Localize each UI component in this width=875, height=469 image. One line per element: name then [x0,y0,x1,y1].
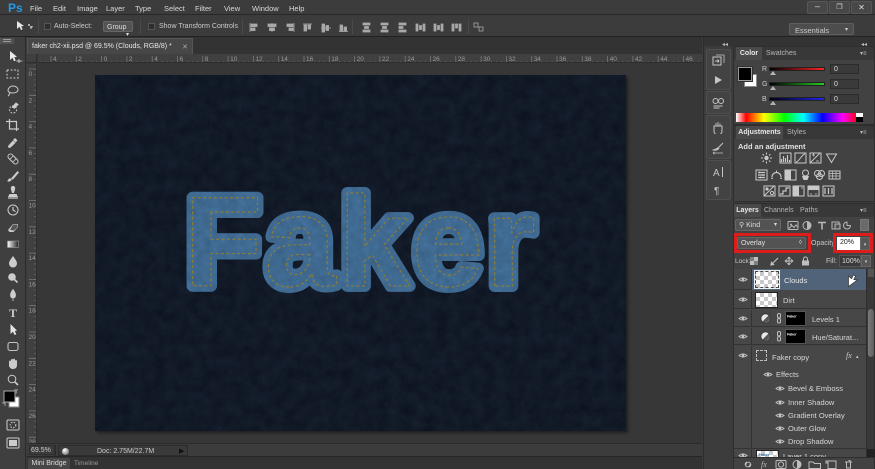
svg-text:16: 16 [306,56,314,63]
svg-text:30: 30 [483,56,491,63]
svg-text:8: 8 [29,176,33,183]
svg-text:14: 14 [281,56,289,63]
svg-text:8: 8 [205,56,209,63]
svg-text:A: A [713,168,720,179]
svg-text:10: 10 [230,56,238,63]
svg-text:14: 14 [29,255,37,262]
svg-text:20: 20 [29,334,37,341]
svg-text:4: 4 [53,56,57,63]
svg-text:12: 12 [255,56,263,63]
svg-text:2: 2 [29,97,33,104]
svg-text:12: 12 [29,229,37,236]
svg-text:6: 6 [180,56,184,63]
svg-text:¶: ¶ [714,186,719,197]
svg-text:20: 20 [357,56,365,63]
svg-text:28: 28 [458,56,466,63]
svg-text:46: 46 [686,56,694,63]
svg-text:40: 40 [610,56,618,63]
svg-text:6: 6 [29,150,33,157]
svg-text:10: 10 [29,203,37,210]
svg-text:38: 38 [584,56,592,63]
svg-text:34: 34 [534,56,542,63]
svg-text:2: 2 [78,56,82,63]
svg-text:24: 24 [407,56,415,63]
svg-text:44: 44 [660,56,668,63]
svg-text:4: 4 [154,56,158,63]
svg-text:26: 26 [433,56,441,63]
svg-text:32: 32 [508,56,516,63]
svg-text:4: 4 [29,124,33,131]
svg-text:24: 24 [29,387,37,394]
svg-text:fx: fx [761,460,767,469]
svg-text:0: 0 [104,56,108,63]
svg-text:36: 36 [559,56,567,63]
svg-text:18: 18 [29,308,37,315]
svg-text:2: 2 [129,56,133,63]
svg-text:0: 0 [29,71,33,78]
svg-text:22: 22 [29,360,37,367]
svg-text:22: 22 [382,56,390,63]
svg-text:18: 18 [331,56,339,63]
svg-text:T: T [9,306,17,320]
svg-text:26: 26 [29,413,37,420]
svg-text:16: 16 [29,281,37,288]
svg-text:42: 42 [635,56,643,63]
